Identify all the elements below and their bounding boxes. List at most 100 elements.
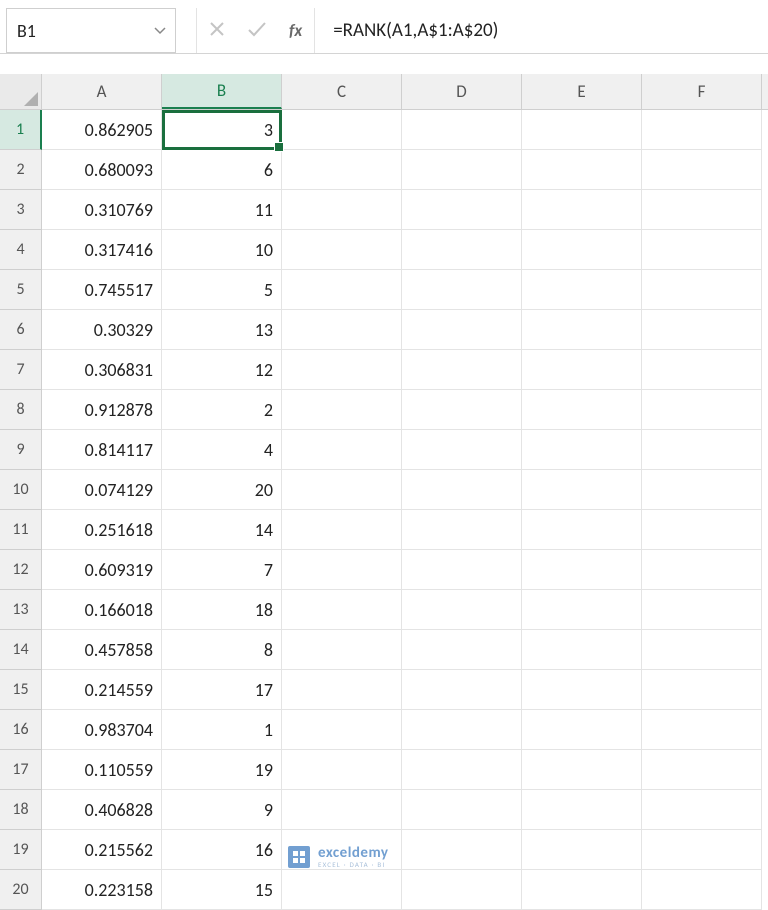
cell[interactable]: 15 xyxy=(162,870,282,910)
row-header[interactable]: 2 xyxy=(0,150,42,190)
cell[interactable] xyxy=(642,230,762,270)
col-header-F[interactable]: F xyxy=(642,74,762,109)
cell[interactable] xyxy=(522,510,642,550)
row-header[interactable]: 17 xyxy=(0,750,42,790)
cell[interactable] xyxy=(522,310,642,350)
cell[interactable]: 0.912878 xyxy=(42,390,162,430)
cell[interactable] xyxy=(282,110,402,150)
cell[interactable] xyxy=(642,110,762,150)
cell[interactable] xyxy=(402,310,522,350)
cell[interactable] xyxy=(642,470,762,510)
cell[interactable]: 0.223158 xyxy=(42,870,162,910)
cell[interactable]: 14 xyxy=(162,510,282,550)
cell[interactable]: 0.306831 xyxy=(42,350,162,390)
row-header[interactable]: 1 xyxy=(0,110,42,150)
cell[interactable]: 0.862905 xyxy=(42,110,162,150)
cell[interactable] xyxy=(402,350,522,390)
cell[interactable] xyxy=(642,670,762,710)
cell[interactable]: 19 xyxy=(162,750,282,790)
cell[interactable] xyxy=(282,510,402,550)
cell[interactable]: 7 xyxy=(162,550,282,590)
cell[interactable]: 0.074129 xyxy=(42,470,162,510)
cell[interactable]: 0.814117 xyxy=(42,430,162,470)
cell[interactable] xyxy=(642,390,762,430)
cell[interactable]: 0.30329 xyxy=(42,310,162,350)
cell[interactable] xyxy=(642,430,762,470)
cell[interactable] xyxy=(402,230,522,270)
cell[interactable] xyxy=(402,430,522,470)
cell[interactable] xyxy=(522,470,642,510)
cell[interactable]: 0.110559 xyxy=(42,750,162,790)
fx-icon[interactable]: fx xyxy=(289,20,302,41)
row-header[interactable]: 16 xyxy=(0,710,42,750)
cell[interactable] xyxy=(282,550,402,590)
cell[interactable]: 10 xyxy=(162,230,282,270)
row-header[interactable]: 14 xyxy=(0,630,42,670)
row-header[interactable]: 7 xyxy=(0,350,42,390)
cell[interactable] xyxy=(642,550,762,590)
cell[interactable]: 17 xyxy=(162,670,282,710)
cell[interactable]: 1 xyxy=(162,710,282,750)
cell[interactable]: 0.251618 xyxy=(42,510,162,550)
row-header[interactable]: 4 xyxy=(0,230,42,270)
cell[interactable] xyxy=(402,630,522,670)
cell[interactable] xyxy=(522,270,642,310)
cell[interactable] xyxy=(642,630,762,670)
cell[interactable]: 0.317416 xyxy=(42,230,162,270)
chevron-down-icon[interactable] xyxy=(145,25,175,37)
cell[interactable] xyxy=(402,390,522,430)
cell[interactable] xyxy=(282,310,402,350)
cell[interactable] xyxy=(522,870,642,910)
cell[interactable] xyxy=(282,150,402,190)
col-header-E[interactable]: E xyxy=(522,74,642,109)
row-header[interactable]: 12 xyxy=(0,550,42,590)
cell[interactable]: 0.310769 xyxy=(42,190,162,230)
row-header[interactable]: 11 xyxy=(0,510,42,550)
cell[interactable] xyxy=(642,710,762,750)
cell[interactable] xyxy=(642,310,762,350)
cell[interactable] xyxy=(282,670,402,710)
cell[interactable] xyxy=(402,830,522,870)
cell[interactable] xyxy=(642,590,762,630)
cell[interactable]: 4 xyxy=(162,430,282,470)
cell[interactable] xyxy=(402,470,522,510)
cell[interactable]: 0.215562 xyxy=(42,830,162,870)
cell[interactable]: 0.609319 xyxy=(42,550,162,590)
cell[interactable] xyxy=(282,630,402,670)
cell[interactable] xyxy=(522,150,642,190)
cell[interactable] xyxy=(282,710,402,750)
cell[interactable] xyxy=(282,590,402,630)
cell[interactable] xyxy=(522,550,642,590)
grid[interactable]: 10.862905320.680093630.3107691140.317416… xyxy=(0,110,768,910)
cell[interactable] xyxy=(642,830,762,870)
select-all-corner[interactable] xyxy=(0,74,42,109)
cell[interactable]: 0.680093 xyxy=(42,150,162,190)
row-header[interactable]: 9 xyxy=(0,430,42,470)
cell[interactable] xyxy=(522,230,642,270)
cell[interactable]: 0.214559 xyxy=(42,670,162,710)
cell[interactable] xyxy=(282,750,402,790)
cell[interactable]: 20 xyxy=(162,470,282,510)
row-header[interactable]: 15 xyxy=(0,670,42,710)
cell[interactable] xyxy=(402,110,522,150)
cell[interactable] xyxy=(402,750,522,790)
row-header[interactable]: 8 xyxy=(0,390,42,430)
formula-input[interactable]: =RANK(A1,A$1:A$20) xyxy=(314,8,768,53)
cell[interactable] xyxy=(282,390,402,430)
cell[interactable] xyxy=(282,870,402,910)
enter-icon[interactable] xyxy=(247,20,267,42)
cell[interactable] xyxy=(402,510,522,550)
cell[interactable] xyxy=(522,590,642,630)
cell[interactable] xyxy=(642,870,762,910)
cell[interactable] xyxy=(642,350,762,390)
cell[interactable]: 16 xyxy=(162,830,282,870)
cell[interactable] xyxy=(522,390,642,430)
cell[interactable]: 0.406828 xyxy=(42,790,162,830)
cell[interactable] xyxy=(402,670,522,710)
row-header[interactable]: 13 xyxy=(0,590,42,630)
cell[interactable] xyxy=(402,190,522,230)
cell[interactable]: 0.457858 xyxy=(42,630,162,670)
cell[interactable]: 12 xyxy=(162,350,282,390)
col-header-D[interactable]: D xyxy=(402,74,522,109)
row-header[interactable]: 10 xyxy=(0,470,42,510)
